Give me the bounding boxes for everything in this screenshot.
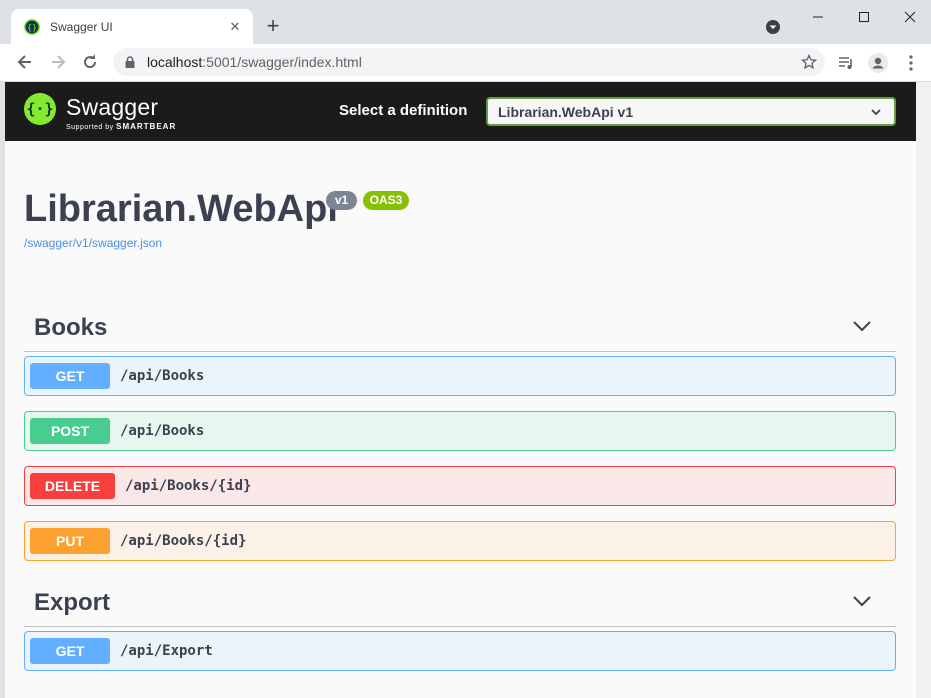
more-menu-icon[interactable] [901, 53, 921, 73]
page-viewport: {·} Swagger Supported by SMARTBEAR Selec… [5, 82, 916, 698]
browser-tabstrip: {} Swagger UI ✕ + [0, 0, 931, 44]
chevron-down-icon[interactable] [852, 594, 872, 608]
operation-path: /api/Books [120, 423, 205, 439]
tag-name: Books [34, 314, 108, 341]
definition-label: Select a definition [339, 102, 468, 119]
operation-put-book[interactable]: PUT /api/Books/{id} [24, 521, 896, 561]
url-host: localhost [147, 54, 203, 70]
definition-value: Librarian.WebApi v1 [498, 103, 634, 120]
method-badge: PUT [30, 528, 110, 554]
tag-header-export[interactable]: Export [24, 578, 896, 627]
back-arrow-icon[interactable] [15, 52, 35, 72]
method-badge: GET [30, 363, 110, 389]
swagger-favicon-icon: {} [24, 18, 40, 35]
swagger-topbar: {·} Swagger Supported by SMARTBEAR Selec… [5, 82, 916, 141]
operation-post-books[interactable]: POST /api/Books [24, 411, 896, 451]
swagger-logo-icon[interactable]: {·} [24, 93, 56, 125]
definition-select[interactable]: Librarian.WebApi v1 [486, 97, 896, 126]
method-badge: POST [30, 418, 110, 444]
operation-path: /api/Books [120, 368, 205, 384]
tab-title: Swagger UI [50, 19, 113, 34]
tag-header-books[interactable]: Books [24, 303, 896, 352]
chevron-down-icon[interactable] [852, 319, 872, 333]
new-tab-button[interactable]: + [262, 15, 284, 37]
minimize-window-icon[interactable] [803, 6, 833, 28]
operation-path: /api/Books/{id} [120, 533, 247, 549]
version-badge: v1 [326, 191, 357, 210]
svg-text:{·}: {·} [26, 100, 53, 118]
maximize-window-icon[interactable] [849, 6, 879, 28]
tab-search-icon[interactable] [765, 19, 781, 35]
operation-path: /api/Export [120, 643, 213, 659]
svg-text:{}: {} [27, 23, 37, 32]
tag-name: Export [34, 589, 111, 616]
tab-close-icon[interactable]: ✕ [227, 19, 243, 35]
page-scrollbar[interactable] [916, 82, 931, 698]
browser-tab[interactable]: {} Swagger UI ✕ [11, 9, 253, 44]
api-title: Librarian.WebApi [24, 188, 338, 230]
operation-get-books[interactable]: GET /api/Books [24, 356, 896, 396]
operation-path: /api/Books/{id} [125, 478, 252, 494]
operation-get-export[interactable]: GET /api/Export [24, 631, 896, 671]
brand-sub-prefix: Supported by [66, 124, 114, 131]
operation-delete-book[interactable]: DELETE /api/Books/{id} [24, 466, 896, 506]
method-badge: GET [30, 638, 110, 664]
url-path: :5001/swagger/index.html [202, 54, 362, 70]
method-badge: DELETE [30, 473, 115, 499]
chevron-down-icon [871, 108, 881, 115]
profile-avatar-icon[interactable] [868, 53, 888, 73]
swagger-brand-sub: Supported by SMARTBEAR [66, 122, 176, 131]
brand-sub-company: SMARTBEAR [116, 122, 177, 131]
lock-icon[interactable] [123, 55, 137, 69]
reload-icon[interactable] [80, 52, 100, 72]
browser-toolbar: localhost:5001/swagger/index.html [0, 44, 931, 82]
close-window-icon[interactable] [895, 6, 925, 28]
forward-arrow-icon[interactable] [48, 52, 68, 72]
bookmark-star-icon[interactable] [801, 54, 817, 70]
spec-json-link[interactable]: /swagger/v1/swagger.json [24, 236, 162, 250]
swagger-brand: Swagger [66, 94, 159, 120]
address-bar[interactable]: localhost:5001/swagger/index.html [113, 48, 825, 76]
media-control-icon[interactable] [836, 53, 856, 73]
oas-badge: OAS3 [363, 191, 409, 210]
